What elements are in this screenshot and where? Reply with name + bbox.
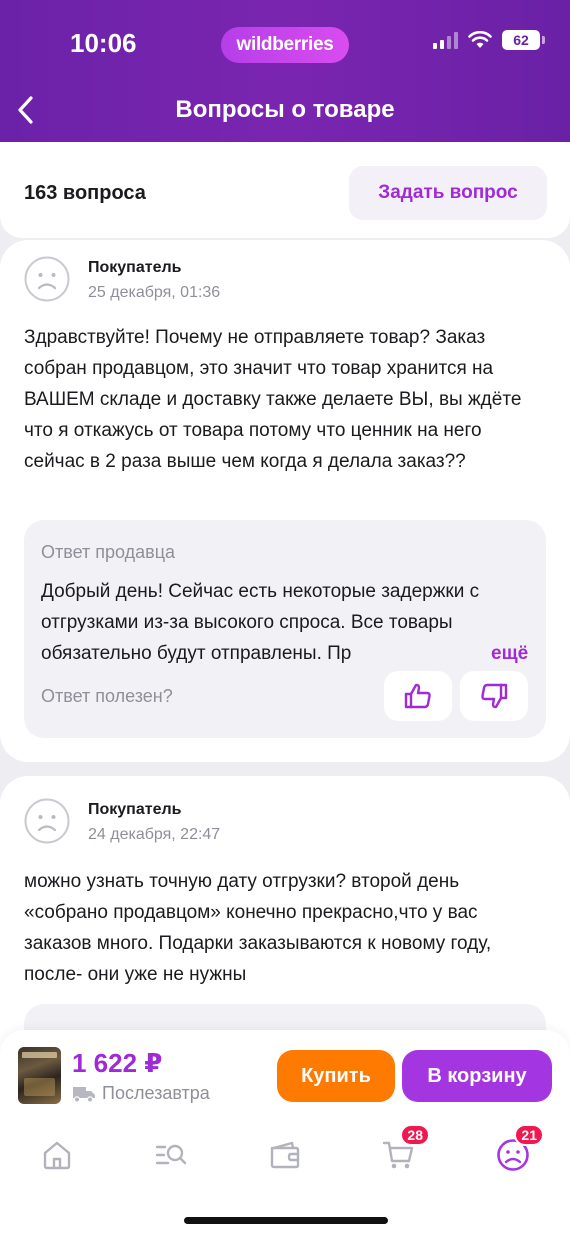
answer-more-link[interactable]: ещё [487, 638, 529, 669]
delivery-info: Послезавтра [72, 1083, 210, 1104]
answer-label: Ответ продавца [41, 542, 176, 562]
sad-avatar-icon [24, 256, 70, 302]
answer-fade [419, 638, 489, 669]
page-title: Вопросы о товаре [175, 96, 395, 123]
questions-summary: 163 вопроса Задать вопрос [0, 142, 570, 238]
app-header: 10:06 wildberries 62 Вопросы о товаре [0, 0, 570, 142]
catalog-search-icon [155, 1144, 187, 1165]
question-date: 24 декабря, 22:47 [88, 826, 221, 843]
product-thumbnail[interactable] [18, 1047, 61, 1104]
cart-badge: 28 [400, 1124, 430, 1146]
questions-count: 163 вопроса [24, 182, 146, 204]
question-date: 25 декабря, 01:36 [88, 284, 221, 301]
question-text: Здравствуйте! Почему не отправляете това… [24, 327, 522, 472]
question-author: Покупатель [88, 801, 182, 818]
truck-icon [73, 1086, 95, 1103]
seller-answer: Ответ продавца Добрый день! Сейчас есть … [24, 520, 546, 738]
tab-profile[interactable]: 21 [488, 1124, 544, 1180]
wifi-icon [468, 31, 492, 48]
thumbs-down-icon [481, 683, 508, 709]
question-text: можно узнать точную дату отгрузки? второ… [24, 871, 492, 985]
question-card: Покупатель 25 декабря, 01:36 Здравствуйт… [0, 240, 570, 762]
status-icons: 62 [433, 30, 545, 50]
useful-prompt: Ответ полезен? [41, 686, 173, 706]
profile-badge: 21 [514, 1124, 544, 1146]
tab-bar: 28 21 [0, 1124, 570, 1180]
add-to-cart-button[interactable]: В корзину [402, 1050, 552, 1102]
like-button[interactable] [384, 671, 452, 721]
product-price: 1 622 ₽ [72, 1048, 163, 1078]
tab-cart[interactable]: 28 [374, 1124, 430, 1180]
home-indicator [184, 1217, 388, 1224]
dislike-button[interactable] [460, 671, 528, 721]
tab-catalog[interactable] [146, 1130, 196, 1180]
delivery-text: Послезавтра [102, 1083, 210, 1103]
tab-wallet[interactable] [260, 1130, 310, 1180]
bottom-panel: 1 622 ₽ Послезавтра Купить В корзину 28 … [0, 1030, 570, 1237]
status-time: 10:06 [70, 28, 137, 58]
brand-logo: wildberries [221, 27, 349, 63]
question-author: Покупатель [88, 259, 182, 276]
ask-question-button[interactable]: Задать вопрос [349, 166, 547, 220]
tab-home[interactable] [32, 1130, 82, 1180]
signal-icon [433, 31, 458, 49]
sad-avatar-icon [24, 798, 70, 844]
home-icon [43, 1141, 71, 1170]
thumbs-up-icon [404, 683, 431, 709]
battery-indicator: 62 [502, 30, 545, 50]
buy-button[interactable]: Купить [277, 1050, 395, 1102]
wallet-icon [270, 1141, 300, 1169]
